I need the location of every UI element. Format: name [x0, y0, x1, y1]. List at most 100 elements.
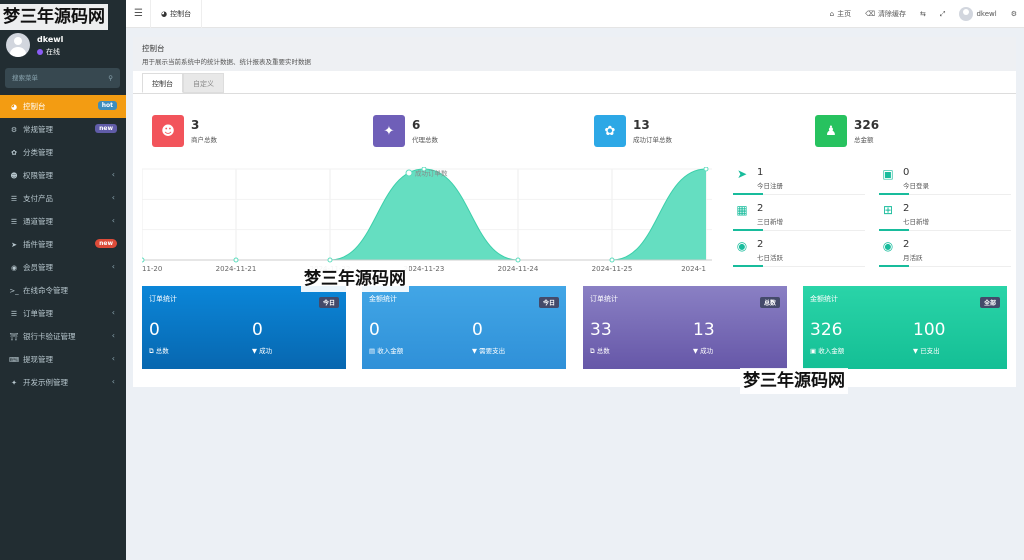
sidebar-item-pay-product[interactable]: ☰ 支付产品 ‹	[0, 187, 126, 210]
mini-stat-label: 七日新增	[903, 218, 929, 226]
cogs-icon: ⚙	[10, 125, 18, 134]
sidebar-item-general[interactable]: ⚙ 常规管理 new	[0, 118, 126, 141]
x-tick-label: 2024-11-23	[404, 265, 445, 273]
data-point[interactable]	[327, 257, 333, 263]
stat-merchants: ☻ 3 商户总数	[152, 113, 217, 149]
orders-area-chart: 11-202024-11-212024-11-222024-11-232024-…	[142, 167, 712, 273]
terminal-icon: >_	[9, 286, 19, 295]
stat-label: 总金额	[854, 136, 874, 144]
clear-cache-label: 清除缓存	[878, 10, 906, 18]
header-username: dkewl	[976, 10, 997, 18]
x-tick-label: 11-20	[142, 265, 162, 273]
chevron-left-icon: ‹	[111, 331, 115, 340]
tab-custom[interactable]: 自定义	[183, 73, 224, 93]
image-icon: ▣	[810, 347, 819, 355]
sidebar-item-label: 支付产品	[23, 194, 53, 203]
card-value: 13	[693, 320, 715, 340]
stat-amount: ♟ 326 总金额	[815, 113, 879, 149]
content-header: 控制台 用于展示当前系统中的统计数据、统计报表及重要实时数据	[133, 37, 1016, 71]
clear-cache-button[interactable]: ⌫ 清除缓存	[858, 0, 913, 28]
leaf-icon: ✿	[594, 115, 626, 147]
search-icon[interactable]: ⚲	[108, 68, 113, 88]
card-label-text: 成功	[700, 347, 714, 355]
mini-stat-label: 月活跃	[903, 254, 923, 262]
sidebar-item-order[interactable]: ☰ 订单管理 ‹	[0, 302, 126, 325]
mini-stat-label: 今日注册	[757, 182, 783, 190]
card-value: 100	[913, 320, 946, 340]
legend-label[interactable]: 成功订单数	[415, 169, 448, 178]
sidebar-item-label: 权限管理	[23, 171, 53, 180]
data-point[interactable]	[142, 257, 145, 263]
id-card-icon: ▣	[882, 167, 894, 181]
trash-icon: ⌫	[865, 10, 875, 18]
bank-icon: ⛩	[9, 332, 19, 341]
sidebar-item-dashboard[interactable]: ◕ 控制台 hot	[0, 95, 126, 118]
tab-divider	[133, 93, 1016, 94]
card-label-text: 成功	[259, 347, 273, 355]
data-point[interactable]	[515, 257, 521, 263]
sidebar-item-member[interactable]: ◉ 会员管理 ‹	[0, 256, 126, 279]
fullscreen-button[interactable]: ⤢	[933, 0, 953, 28]
card-value: 33	[590, 320, 612, 340]
stat-value: 6	[412, 118, 421, 132]
tab-dashboard[interactable]: ◕ 控制台	[150, 0, 203, 28]
data-point[interactable]	[703, 167, 709, 172]
mini-stat-seven-day-active: ◉ 2 七日活跃	[733, 239, 865, 267]
card-label-text: 总数	[596, 347, 610, 355]
card-label-text: 总数	[155, 347, 169, 355]
user-avatar[interactable]	[6, 33, 30, 57]
sidebar-item-auth[interactable]: ☻ 权限管理 ‹	[0, 164, 126, 187]
user-menu[interactable]: dkewl	[952, 0, 1003, 28]
stat-value: 13	[633, 118, 650, 132]
keyboard-icon: ⌨	[9, 355, 20, 364]
sidebar-item-label: 分类管理	[23, 148, 53, 157]
watermark: 梦三年源码网	[301, 266, 409, 292]
mini-stat-value: 2	[757, 239, 764, 250]
card-amount-today: 金额统计 今日 0 0 ▤ 收入金额 ▼ 需要支出	[362, 286, 566, 369]
card-label-text: 已支出	[920, 347, 940, 355]
sidebar-item-plugin[interactable]: ➤ 插件管理 new	[0, 233, 126, 256]
data-point[interactable]	[233, 257, 239, 263]
sidebar-menu: ◕ 控制台 hot ⚙ 常规管理 new ✿ 分类管理 ☻ 权限管理 ‹ ☰ 支付产品 ‹ ☰ 通道…	[0, 95, 126, 394]
sidebar-item-label: 在线命令管理	[23, 286, 68, 295]
copy-icon: ⧉	[590, 347, 597, 355]
menu-toggle-icon[interactable]: ☰	[134, 8, 143, 19]
list-icon: ☰	[10, 194, 18, 203]
status-text: 在线	[46, 48, 60, 56]
mini-stat-seven-day-new: ⊞ 2 七日新增	[879, 203, 1011, 231]
mini-stat-value: 0	[903, 167, 910, 178]
sidebar-item-label: 插件管理	[23, 240, 53, 249]
mini-stat-label: 三日新增	[757, 218, 783, 226]
list-icon: ☰	[10, 217, 18, 226]
sidebar-username: dkewl	[37, 35, 64, 44]
tab-dashboard-panel[interactable]: 控制台	[142, 73, 183, 93]
sidebar-item-withdraw[interactable]: ⌨ 提现管理 ‹	[0, 348, 126, 371]
card-value: 0	[149, 320, 160, 340]
mini-stat-label: 今日登录	[903, 182, 929, 190]
legend-marker	[405, 169, 413, 177]
stat-agents: ✦ 6 代理总数	[373, 113, 438, 149]
menu-search-input[interactable]: 搜索菜单 ⚲	[5, 68, 120, 88]
card-value: 0	[252, 320, 263, 340]
sidebar-item-bankcard[interactable]: ⛩ 银行卡验证管理 ‹	[0, 325, 126, 348]
sidebar-item-example[interactable]: ✦ 开发示例管理 ‹	[0, 371, 126, 394]
data-point[interactable]	[609, 257, 615, 263]
language-button[interactable]: ⇆	[913, 0, 933, 28]
tab-label: 控制台	[170, 10, 192, 18]
mini-stat-three-day-new: ▦ 2 三日新增	[733, 203, 865, 231]
sidebar-item-command[interactable]: >_ 在线命令管理	[0, 279, 126, 302]
watermark: 梦三年源码网	[740, 368, 848, 394]
settings-button[interactable]: ⚙	[1004, 0, 1024, 28]
stat-value: 326	[854, 118, 880, 132]
sidebar-item-channel[interactable]: ☰ 通道管理 ‹	[0, 210, 126, 233]
user-circle-icon: ◉	[10, 263, 18, 272]
page-title: 控制台	[142, 44, 165, 53]
mini-stat-today-login: ▣ 0 今日登录	[879, 167, 1011, 195]
chevron-left-icon: ‹	[111, 193, 115, 202]
sidebar-item-category[interactable]: ✿ 分类管理	[0, 141, 126, 164]
card-label: ⧉ 总数	[590, 345, 610, 356]
watermark: 梦三年源码网	[0, 4, 108, 30]
chevron-left-icon: ‹	[111, 262, 115, 271]
content-tabs: 控制台 自定义	[142, 73, 224, 93]
home-button[interactable]: ⌂ 主页	[823, 0, 858, 28]
